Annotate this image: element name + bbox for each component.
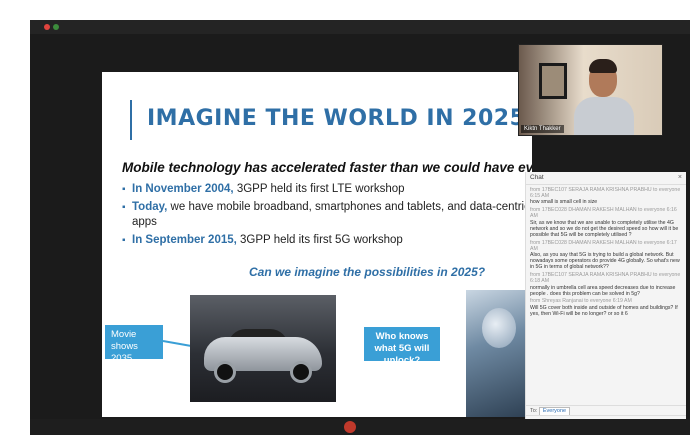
message-text: Sir, as we know that we are unable to co… xyxy=(530,219,679,238)
car-wheel xyxy=(290,361,312,383)
meeting-window: IMAGINE THE WORLD IN 2025? Mobile techno… xyxy=(30,20,690,435)
bullet-item: In September 2015, 3GPP held its first 5… xyxy=(122,233,532,248)
callout-arrow xyxy=(162,340,191,347)
chat-message: from Shreyas Ranjanai to everyone 6:19 A… xyxy=(530,298,682,317)
close-icon[interactable]: × xyxy=(678,172,682,184)
chat-message-list[interactable]: from 17BEC107 SERAJA RAMA KRISHNA PRABHU… xyxy=(526,185,686,321)
message-meta: from 17BEC107 SERAJA RAMA KRISHNA PRABHU… xyxy=(530,187,681,200)
maximize-dot-icon[interactable] xyxy=(53,24,59,30)
robot-image xyxy=(466,290,532,417)
slide-question: Can we imagine the possibilities in 2025… xyxy=(249,265,486,279)
meeting-controls-bar xyxy=(30,419,690,435)
close-dot-icon[interactable] xyxy=(44,24,50,30)
concept-car-image xyxy=(190,295,336,402)
message-meta: from 17BEC028 DHAMAN RAKESH MALHAN to ev… xyxy=(530,239,677,252)
bullet-highlight: Today, xyxy=(132,201,168,213)
bullet-text: 3GPP held its first 5G workshop xyxy=(236,234,403,246)
recipient-row: To: Everyone xyxy=(526,405,686,416)
message-text: Will 5G cover both inside and outside of… xyxy=(530,304,678,317)
chat-panel: Chat × from 17BEC107 SERAJA RAMA KRISHNA… xyxy=(525,172,686,427)
participant-name-label: Kiktn Thakker xyxy=(521,125,564,133)
message-text: how small is small cell in size xyxy=(530,199,598,206)
presenter-hair xyxy=(589,59,617,73)
record-button[interactable] xyxy=(344,421,356,433)
bullet-item: In November 2004, 3GPP held its first LT… xyxy=(122,182,532,197)
message-meta: from 17BEC107 SERAJA RAMA KRISHNA PRABHU… xyxy=(530,272,681,285)
presenter-video[interactable]: Kiktn Thakker xyxy=(518,44,663,136)
presenter-body xyxy=(574,97,634,135)
robot-head xyxy=(482,308,516,348)
wall-picture xyxy=(539,63,567,99)
slide-bullets: In November 2004, 3GPP held its first LT… xyxy=(122,182,532,251)
bullet-highlight: In November 2004, xyxy=(132,183,234,195)
chat-message: from 17BEC028 DHAMAN RAKESH MALHAN to ev… xyxy=(530,207,682,238)
chat-message: from 17BEC028 DHAMAN RAKESH MALHAN to ev… xyxy=(530,240,682,271)
bullet-highlight: In September 2015, xyxy=(132,234,237,246)
title-accent-bar xyxy=(130,100,132,140)
message-text: Also, as you say that 5G is trying to bu… xyxy=(530,252,680,271)
bullet-text: 3GPP held its first LTE workshop xyxy=(233,183,405,195)
bullet-text: we have mobile broadband, smartphones an… xyxy=(132,201,530,228)
meeting-title-bar xyxy=(30,20,690,34)
slide-title: IMAGINE THE WORLD IN 2025? xyxy=(147,106,532,131)
bullet-item: Today, we have mobile broadband, smartph… xyxy=(122,200,532,230)
chat-message: from 17BEC107 SERAJA RAMA KRISHNA PRABHU… xyxy=(530,187,682,206)
message-text: normally in umbrella cell area speed dec… xyxy=(530,284,676,297)
chat-message: from 17BEC107 SERAJA RAMA KRISHNA PRABHU… xyxy=(530,272,682,297)
chat-header: Chat × xyxy=(526,172,686,185)
5g-callout: Who knows what 5G will unlock? xyxy=(364,327,440,366)
message-meta: from 17BEC028 DHAMAN RAKESH MALHAN to ev… xyxy=(530,207,677,220)
chat-title: Chat xyxy=(530,174,544,181)
presentation-slide: IMAGINE THE WORLD IN 2025? Mobile techno… xyxy=(102,72,532,417)
slide-subtitle: Mobile technology has accelerated faster… xyxy=(122,160,532,175)
to-label: To: xyxy=(530,408,538,414)
movie-callout: Movie shows 2035 xyxy=(105,325,163,364)
car-wheel xyxy=(214,361,236,383)
